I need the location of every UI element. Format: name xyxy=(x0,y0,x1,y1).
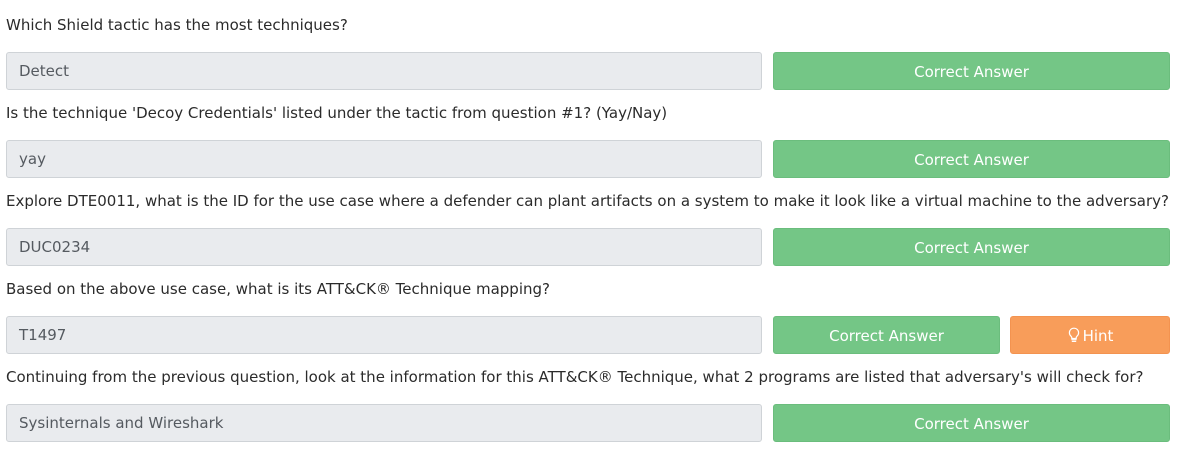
question-text: Explore DTE0011, what is the ID for the … xyxy=(6,192,1169,210)
question-text: Continuing from the previous question, l… xyxy=(6,368,1144,386)
answer-field[interactable]: T1497 xyxy=(6,316,762,354)
correct-answer-button[interactable]: Correct Answer xyxy=(773,140,1170,178)
lightbulb-icon xyxy=(1068,327,1079,342)
correct-answer-button[interactable]: Correct Answer xyxy=(773,52,1170,90)
task-questions: Which Shield tactic has the most techniq… xyxy=(0,0,1180,454)
question-text: Is the technique 'Decoy Credentials' lis… xyxy=(6,104,668,122)
correct-answer-button[interactable]: Correct Answer xyxy=(773,228,1170,266)
question-text: Based on the above use case, what is its… xyxy=(6,280,550,298)
hint-label: Hint xyxy=(1082,327,1114,345)
answer-field[interactable]: Sysinternals and Wireshark xyxy=(6,404,762,442)
question-text: Which Shield tactic has the most techniq… xyxy=(6,16,348,34)
correct-answer-button[interactable]: Correct Answer xyxy=(773,404,1170,442)
answer-field[interactable]: yay xyxy=(6,140,762,178)
answer-field[interactable]: Detect xyxy=(6,52,762,90)
hint-button[interactable]: Hint xyxy=(1010,316,1170,354)
answer-field[interactable]: DUC0234 xyxy=(6,228,762,266)
correct-answer-button[interactable]: Correct Answer xyxy=(773,316,1000,354)
